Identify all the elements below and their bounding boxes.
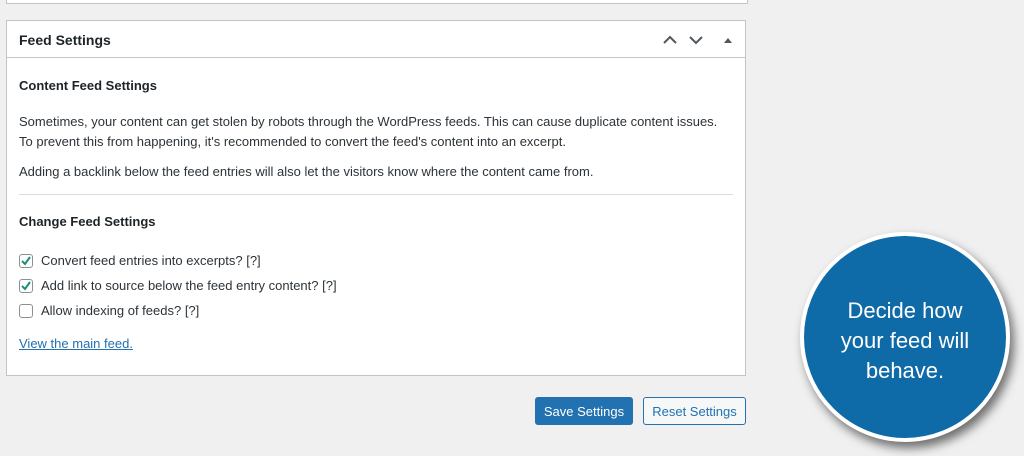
option-label: Allow indexing of feeds? [?]: [41, 303, 200, 318]
content-feed-heading: Content Feed Settings: [19, 78, 157, 93]
checkbox-allow-indexing[interactable]: [19, 303, 33, 318]
reset-settings-button[interactable]: Reset Settings: [643, 397, 746, 425]
feed-settings-panel: Feed Settings Content Feed Settings Some…: [6, 20, 746, 376]
content-paragraph-2: Adding a backlink below the feed entries…: [19, 164, 594, 179]
panel-title: Feed Settings: [19, 32, 111, 48]
option-convert-excerpts[interactable]: Convert feed entries into excerpts? [?]: [19, 253, 261, 268]
option-label: Convert feed entries into excerpts? [?]: [41, 253, 261, 268]
save-settings-button[interactable]: Save Settings: [535, 397, 633, 425]
panel-header: Feed Settings: [7, 21, 745, 58]
move-down-button[interactable]: [683, 27, 709, 53]
checkbox-add-source-link[interactable]: [19, 278, 33, 293]
previous-panel-edge: [6, 0, 748, 4]
move-up-button[interactable]: [657, 27, 683, 53]
checkmark-icon: [21, 280, 31, 291]
callout-bubble: Decide how your feed will behave.: [800, 232, 1010, 442]
change-feed-heading: Change Feed Settings: [19, 214, 156, 229]
checkmark-icon: [21, 255, 31, 266]
chevron-down-icon: [689, 36, 703, 45]
chevron-up-icon: [663, 35, 677, 44]
content-paragraph-1: Sometimes, your content can get stolen b…: [19, 114, 718, 149]
section-divider: [19, 194, 733, 195]
option-label: Add link to source below the feed entry …: [41, 278, 337, 293]
option-add-source-link[interactable]: Add link to source below the feed entry …: [19, 278, 337, 293]
callout-text: Decide how your feed will behave.: [840, 298, 970, 383]
toggle-panel-button[interactable]: [715, 27, 741, 53]
option-allow-indexing[interactable]: Allow indexing of feeds? [?]: [19, 303, 199, 318]
checkbox-convert-excerpts[interactable]: [19, 253, 33, 268]
caret-up-icon: [724, 38, 732, 43]
view-main-feed-link[interactable]: View the main feed.: [19, 336, 133, 351]
